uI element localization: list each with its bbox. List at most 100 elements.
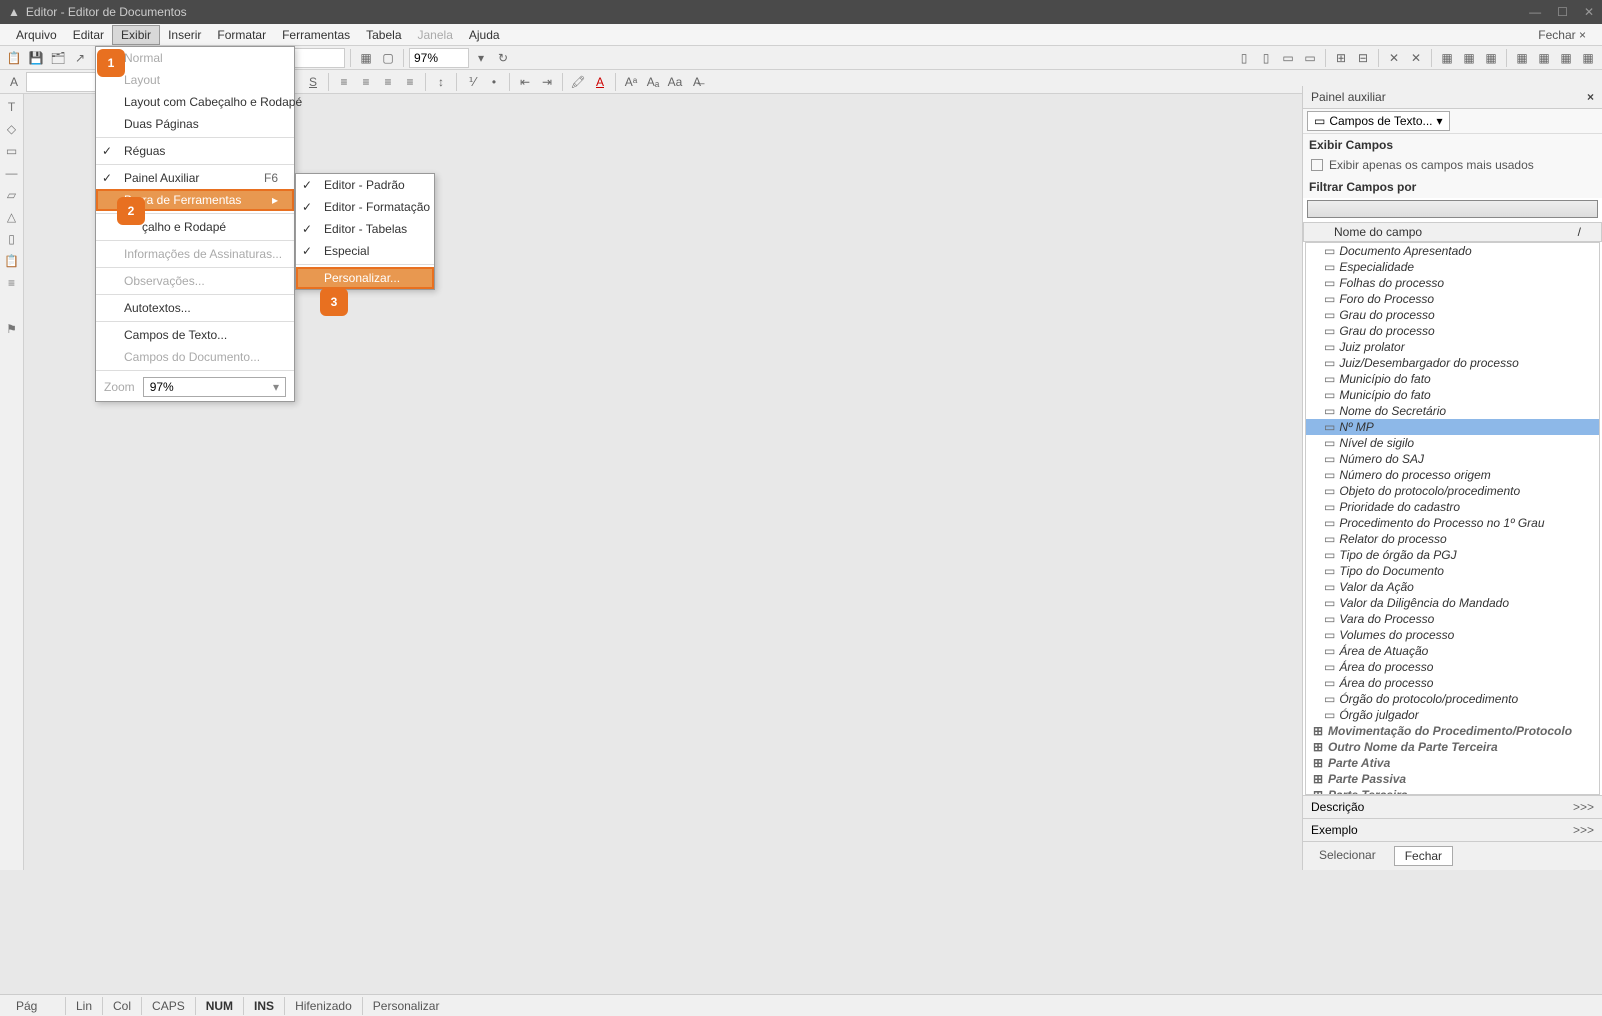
align-center-icon[interactable]: ≡ (356, 72, 376, 92)
font-color-icon[interactable]: A (590, 72, 610, 92)
table-props-icon[interactable]: ▦ (1437, 48, 1457, 68)
field-row[interactable]: ▭ Nível de sigilo (1306, 435, 1599, 451)
outdent-icon[interactable]: ⇤ (515, 72, 535, 92)
menu-item-campos-documento[interactable]: Campos do Documento... (96, 346, 294, 368)
refresh-icon[interactable]: ↻ (493, 48, 513, 68)
menu-ferramentas[interactable]: Ferramentas (274, 26, 358, 44)
menu-item-autotextos[interactable]: Autotextos... (96, 297, 294, 319)
tool-line-icon[interactable]: ― (3, 164, 21, 182)
field-row[interactable]: ▭ Juiz prolator (1306, 339, 1599, 355)
superscript-icon[interactable]: Aᵃ (621, 72, 641, 92)
field-row[interactable]: ▭ Nº MP (1306, 419, 1599, 435)
tool-rect-icon[interactable]: ▱ (3, 186, 21, 204)
grid1-icon[interactable]: ▦ (1512, 48, 1532, 68)
align-justify-icon[interactable]: ≡ (400, 72, 420, 92)
menu-item-observacoes[interactable]: Observações... (96, 270, 294, 292)
aux-exemplo-row[interactable]: Exemplo>>> (1303, 818, 1602, 841)
field-row[interactable]: ▭ Relator do processo (1306, 531, 1599, 547)
menu-item-reguas[interactable]: ✓Réguas (96, 140, 294, 162)
field-row[interactable]: ▭ Valor da Ação (1306, 579, 1599, 595)
field-row[interactable]: ▭ Vara do Processo (1306, 611, 1599, 627)
aux-combo[interactable]: ▭ Campos de Texto... ▾ (1307, 111, 1450, 131)
menu-item-painel-auxiliar[interactable]: ✓Painel AuxiliarF6 (96, 167, 294, 189)
aux-close-icon[interactable]: × (1587, 90, 1594, 104)
grid4-icon[interactable]: ▦ (1578, 48, 1598, 68)
field-row[interactable]: ▭ Número do SAJ (1306, 451, 1599, 467)
submenu-editor-tabelas[interactable]: ✓Editor - Tabelas (296, 218, 434, 240)
grid3-icon[interactable]: ▦ (1556, 48, 1576, 68)
checkbox-icon[interactable] (1311, 159, 1323, 171)
minimize-icon[interactable]: — (1529, 5, 1541, 19)
field-row[interactable]: ▭ Tipo de órgão da PGJ (1306, 547, 1599, 563)
btn-fechar[interactable]: Fechar (1394, 846, 1453, 866)
case-icon[interactable]: Aa (665, 72, 685, 92)
expand-icon[interactable]: ⊞ (1312, 772, 1324, 786)
tool-page-icon[interactable]: ▯ (3, 230, 21, 248)
tool-text-icon[interactable]: T (3, 98, 21, 116)
grid2-icon[interactable]: ▦ (1534, 48, 1554, 68)
zoom-combo[interactable]: 97%▾ (143, 377, 286, 397)
submenu-personalizar[interactable]: Personalizar... (296, 267, 434, 289)
field-row[interactable]: ▭ Nome do Secretário (1306, 403, 1599, 419)
bullet-list-icon[interactable]: • (484, 72, 504, 92)
indent-icon[interactable]: ⇥ (537, 72, 557, 92)
table-icon[interactable]: ▦ (356, 48, 376, 68)
menu-editar[interactable]: Editar (65, 26, 112, 44)
menu-formatar[interactable]: Formatar (209, 26, 274, 44)
field-group-row[interactable]: ⊞ Parte Passiva (1306, 771, 1599, 787)
field-row[interactable]: ▭ Número do processo origem (1306, 467, 1599, 483)
tool-flag-icon[interactable]: ⚑ (3, 320, 21, 338)
field-row[interactable]: ▭ Documento Apresentado (1306, 243, 1599, 259)
paste-icon[interactable]: 📋 (4, 48, 24, 68)
menu-item-campos-texto[interactable]: Campos de Texto... (96, 324, 294, 346)
font-icon[interactable]: A (4, 72, 24, 92)
field-row[interactable]: ▭ Procedimento do Processo no 1º Grau (1306, 515, 1599, 531)
zoom-combo[interactable]: 97% (409, 48, 469, 68)
field-row[interactable]: ▭ Grau do processo (1306, 307, 1599, 323)
submenu-especial[interactable]: ✓Especial (296, 240, 434, 262)
numbered-list-icon[interactable]: ⅟ (462, 72, 482, 92)
field-row[interactable]: ▭ Volumes do processo (1306, 627, 1599, 643)
submenu-editor-padrao[interactable]: ✓Editor - Padrão (296, 174, 434, 196)
tool-clipboard-icon[interactable]: 📋 (3, 252, 21, 270)
field-row[interactable]: ▭ Órgão julgador (1306, 707, 1599, 723)
tool-triangle-icon[interactable]: △ (3, 208, 21, 226)
delete-col-icon[interactable]: ✕ (1384, 48, 1404, 68)
menu-ajuda[interactable]: Ajuda (461, 26, 508, 44)
align-right-icon[interactable]: ≡ (378, 72, 398, 92)
row-insert-above-icon[interactable]: ▭ (1278, 48, 1298, 68)
field-row[interactable]: ▭ Tipo do Documento (1306, 563, 1599, 579)
expand-icon[interactable]: ⊞ (1312, 724, 1324, 738)
menu-exibir[interactable]: Exibir (112, 25, 160, 45)
menu-item-layout-cabecalho[interactable]: Layout com Cabeçalho e Rodapé (96, 91, 294, 113)
field-row[interactable]: ▭ Valor da Diligência do Mandado (1306, 595, 1599, 611)
expand-icon[interactable]: ⊞ (1312, 788, 1324, 795)
split-cells-icon[interactable]: ⊟ (1353, 48, 1373, 68)
cell-shade-icon[interactable]: ▦ (1481, 48, 1501, 68)
field-row[interactable]: ▭ Folhas do processo (1306, 275, 1599, 291)
aux-field-tree[interactable]: ▭ Documento Apresentado▭ Especialidade▭ … (1305, 242, 1600, 795)
row-insert-below-icon[interactable]: ▭ (1300, 48, 1320, 68)
menu-item-layout[interactable]: Layout (96, 69, 294, 91)
field-row[interactable]: ▭ Juiz/Desembargador do processo (1306, 355, 1599, 371)
close-icon[interactable]: ✕ (1584, 5, 1594, 19)
expand-icon[interactable]: ⊞ (1312, 756, 1324, 770)
menu-item-normal[interactable]: Normal (96, 47, 294, 69)
field-row[interactable]: ▭ Área de Atuação (1306, 643, 1599, 659)
delete-row-icon[interactable]: ✕ (1406, 48, 1426, 68)
field-row[interactable]: ▭ Área do processo (1306, 675, 1599, 691)
menu-tabela[interactable]: Tabela (358, 26, 409, 44)
field-row[interactable]: ▭ Órgão do protocolo/procedimento (1306, 691, 1599, 707)
clear-format-icon[interactable]: A̶ (687, 72, 707, 92)
tool-shape-icon[interactable]: ◇ (3, 120, 21, 138)
underline-icon[interactable]: S (303, 72, 323, 92)
field-row[interactable]: ▭ Objeto do protocolo/procedimento (1306, 483, 1599, 499)
subscript-icon[interactable]: Aₐ (643, 72, 663, 92)
field-group-row[interactable]: ⊞ Parte Terceira (1306, 787, 1599, 795)
field-row[interactable]: ▭ Grau do processo (1306, 323, 1599, 339)
field-group-row[interactable]: ⊞ Parte Ativa (1306, 755, 1599, 771)
menu-janela[interactable]: Janela (410, 26, 461, 44)
field-row[interactable]: ▭ Foro do Processo (1306, 291, 1599, 307)
aux-filter-input[interactable] (1307, 200, 1598, 218)
field-row[interactable]: ▭ Área do processo (1306, 659, 1599, 675)
